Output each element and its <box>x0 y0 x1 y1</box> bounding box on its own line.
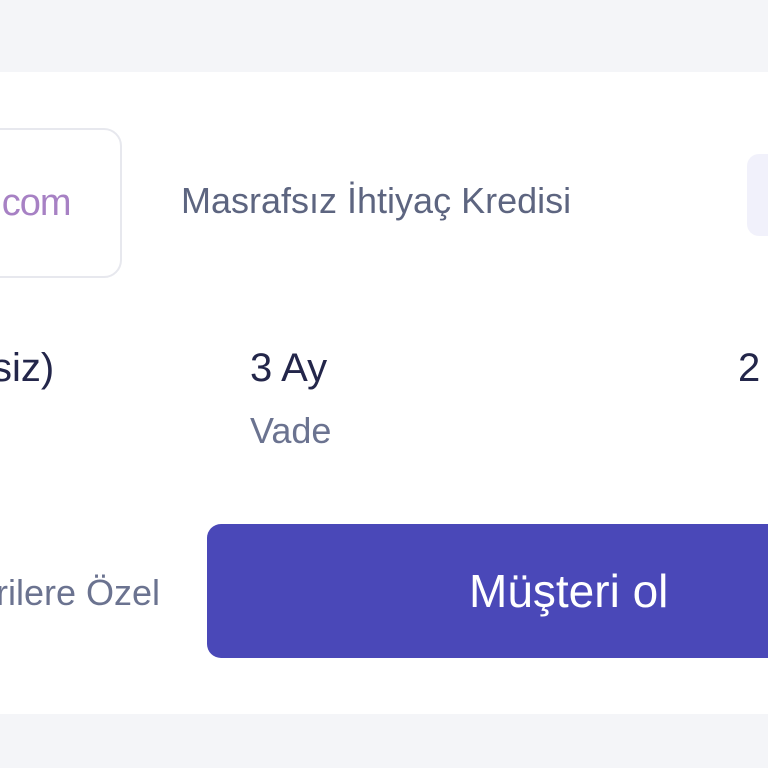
page: a.com Masrafsız İhtiyaç Kredisi siz) 3 A… <box>0 0 768 768</box>
bank-logo: a.com <box>0 128 122 278</box>
product-name: Masrafsız İhtiyaç Kredisi <box>181 180 572 221</box>
bank-logo-domain-suffix: .com <box>0 182 72 224</box>
become-customer-button-label: Müşteri ol <box>469 565 669 617</box>
stat-term-label: Vade <box>250 410 332 451</box>
become-customer-button[interactable]: Müşteri ol <box>207 524 768 658</box>
product-badge <box>747 154 768 236</box>
bank-logo-text: a.com <box>0 182 72 225</box>
stat-term-value: 3 Ay <box>250 346 328 390</box>
loan-offer-card[interactable]: a.com Masrafsız İhtiyaç Kredisi siz) 3 A… <box>0 72 768 714</box>
stat-right-value: 2 <box>738 346 761 390</box>
stat-left-value: siz) <box>0 346 55 390</box>
special-offer-note: rilere Özel <box>0 572 161 613</box>
